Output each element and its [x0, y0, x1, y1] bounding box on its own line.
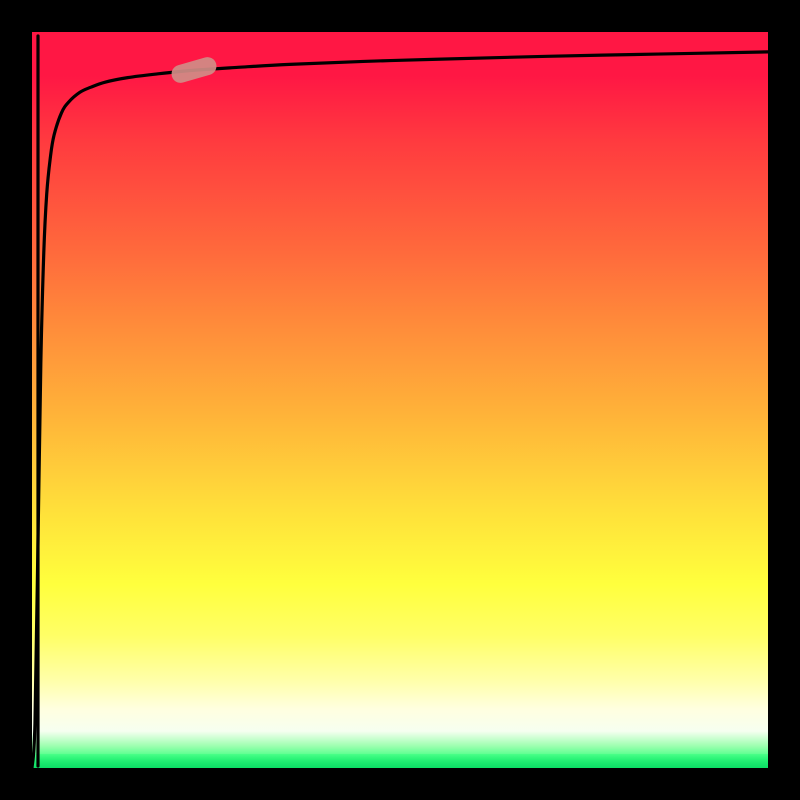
watermark-text: TheBottleneck.com: [600, 2, 792, 28]
plot-area: [32, 32, 768, 768]
bottleneck-curve: [32, 52, 768, 768]
curve-layer: [32, 32, 768, 768]
chart-canvas: TheBottleneck.com: [0, 0, 800, 800]
